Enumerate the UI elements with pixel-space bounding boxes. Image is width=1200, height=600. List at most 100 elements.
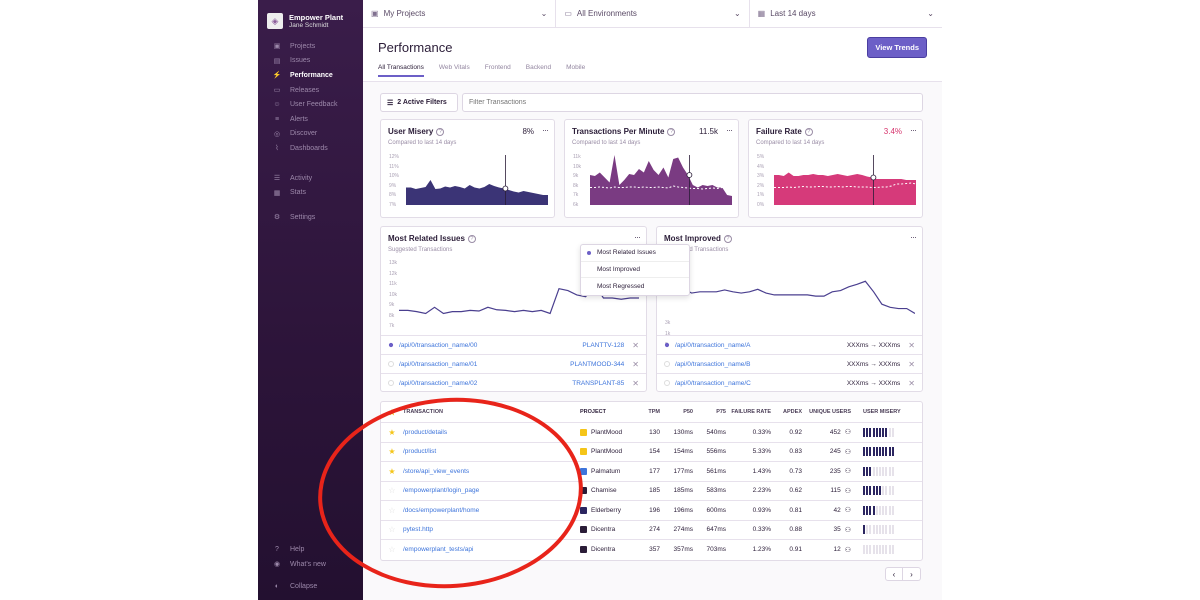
issue-link[interactable]: PLANTTV-128 xyxy=(582,342,624,349)
tab-all-transactions[interactable]: All Transactions xyxy=(378,64,424,77)
star-filled-icon[interactable]: ★ xyxy=(381,447,403,456)
question-icon[interactable]: ? xyxy=(804,127,813,136)
active-filters-button[interactable]: ☰ 2 Active Filters xyxy=(380,93,458,112)
column-header-user-misery[interactable]: User Misery xyxy=(851,409,901,415)
sidebar-item-releases[interactable]: ▭ Releases xyxy=(258,83,363,98)
dropdown-item-most-related-issues[interactable]: Most Related Issues xyxy=(581,245,689,262)
issue-link[interactable]: TRANSPLANT-85 xyxy=(572,380,624,387)
transaction-link[interactable]: /store/api_view_events xyxy=(403,468,580,475)
next-page-button[interactable]: › xyxy=(903,567,921,581)
star-outline-icon[interactable]: ☆ xyxy=(381,525,403,534)
radio-button[interactable] xyxy=(664,361,670,367)
sidebar-item-user-feedback[interactable]: ☺ User Feedback xyxy=(258,97,363,112)
tab-backend[interactable]: Backend xyxy=(526,64,551,77)
more-options-button[interactable]: ··· xyxy=(910,232,917,242)
sidebar-item-what-s-new[interactable]: ◉ What's new xyxy=(258,557,363,572)
previous-page-button[interactable]: ‹ xyxy=(885,567,903,581)
close-icon[interactable]: ✕ xyxy=(632,379,639,388)
sidebar-item-performance[interactable]: ⚡ Performance xyxy=(258,68,363,83)
question-icon[interactable]: ? xyxy=(667,127,676,136)
sidebar-item-dashboards[interactable]: ⌇ Dashboards xyxy=(258,141,363,156)
more-options-button[interactable]: ··· xyxy=(634,232,641,242)
user-misery-bar xyxy=(851,486,901,496)
star-icon[interactable]: ★ xyxy=(381,408,403,417)
transaction-link[interactable]: /empowerplant_tests/api xyxy=(403,546,580,553)
transaction-list-item[interactable]: /api/0/transaction_name/B XXXms → XXXms ✕ xyxy=(657,354,922,373)
filter-transactions-input[interactable] xyxy=(462,93,923,112)
transaction-link[interactable]: /product/details xyxy=(403,429,580,436)
view-trends-button[interactable]: View Trends xyxy=(867,37,927,58)
radio-button[interactable] xyxy=(388,380,394,386)
column-header-transaction[interactable]: Transaction xyxy=(403,409,580,415)
sidebar-item-projects[interactable]: ▣ Projects xyxy=(258,39,363,54)
column-header-project[interactable]: Project xyxy=(580,409,640,415)
transaction-link[interactable]: /api/0/transaction_name/B xyxy=(675,361,847,368)
transaction-list-item[interactable]: /api/0/transaction_name/00 PLANTTV-128 ✕ xyxy=(381,335,646,354)
project-selector[interactable]: ▣ My Projects ⌄ xyxy=(363,0,557,27)
sidebar-item-help[interactable]: ? Help xyxy=(258,542,363,557)
column-header-apdex[interactable]: Apdex xyxy=(771,409,802,415)
p50-value: 177ms xyxy=(673,467,693,475)
radio-button[interactable] xyxy=(664,380,670,386)
close-icon[interactable]: ✕ xyxy=(908,341,915,350)
close-icon[interactable]: ✕ xyxy=(908,379,915,388)
close-icon[interactable]: ✕ xyxy=(632,341,639,350)
transaction-link[interactable]: /product/list xyxy=(403,448,580,455)
transaction-link[interactable]: /api/0/transaction_name/00 xyxy=(399,342,582,349)
radio-button[interactable] xyxy=(664,342,670,348)
radio-button[interactable] xyxy=(388,361,394,367)
misery-segment xyxy=(869,466,872,476)
transaction-link[interactable]: /api/0/transaction_name/A xyxy=(675,342,847,349)
transaction-link[interactable]: /api/0/transaction_name/01 xyxy=(399,361,570,368)
sidebar-item-collapse[interactable]: ◐ Collapse xyxy=(258,579,363,594)
sidebar-item-activity[interactable]: ☰ Activity xyxy=(258,171,363,186)
tab-frontend[interactable]: Frontend xyxy=(485,64,511,77)
transaction-list-item[interactable]: /api/0/transaction_name/01 PLANTMOOD-344 ✕ xyxy=(381,354,646,373)
question-icon[interactable]: ? xyxy=(723,234,732,243)
sidebar-item-issues[interactable]: ▤ Issues xyxy=(258,54,363,69)
column-header-p75[interactable]: P75 xyxy=(693,409,726,415)
tab-web-vitals[interactable]: Web Vitals xyxy=(439,64,470,77)
transaction-list-item[interactable]: /api/0/transaction_name/A XXXms → XXXms ✕ xyxy=(657,335,922,354)
transaction-link[interactable]: /empowerplant/login_page xyxy=(403,487,580,494)
radio-button[interactable] xyxy=(388,342,394,348)
sidebar-item-discover[interactable]: ◎ Discover xyxy=(258,127,363,142)
column-header-p50[interactable]: P50 xyxy=(660,409,693,415)
star-outline-icon[interactable]: ☆ xyxy=(381,506,403,515)
star-filled-icon[interactable]: ★ xyxy=(381,467,403,476)
misery-segment xyxy=(872,525,875,535)
star-outline-icon[interactable]: ☆ xyxy=(381,545,403,554)
tab-mobile[interactable]: Mobile xyxy=(566,64,585,77)
more-options-button[interactable]: ··· xyxy=(910,125,917,135)
star-outline-icon[interactable]: ☆ xyxy=(381,486,403,495)
question-icon[interactable]: ? xyxy=(436,127,445,136)
issue-link[interactable]: PLANTMOOD-344 xyxy=(570,361,624,368)
column-header-unique-users[interactable]: Unique Users xyxy=(802,409,851,415)
close-icon[interactable]: ✕ xyxy=(632,360,639,369)
misery-segment xyxy=(888,486,891,496)
transaction-link[interactable]: /api/0/transaction_name/C xyxy=(675,380,847,387)
transaction-list-item[interactable]: /api/0/transaction_name/02 TRANSPLANT-85 ✕ xyxy=(381,373,646,392)
transaction-link[interactable]: /api/0/transaction_name/02 xyxy=(399,380,572,387)
close-icon[interactable]: ✕ xyxy=(908,360,915,369)
environment-selector[interactable]: ▭ All Environments ⌄ xyxy=(556,0,750,27)
sidebar-item-alerts[interactable]: ≡ Alerts xyxy=(258,112,363,127)
more-options-button[interactable]: ··· xyxy=(726,125,733,135)
org-switcher[interactable]: ◈ Empower Plant Jane Schmidt xyxy=(258,0,363,34)
column-header-failure-rate[interactable]: Failure Rate xyxy=(726,409,771,415)
dropdown-item-most-regressed[interactable]: Most Regressed xyxy=(581,278,689,295)
sidebar-item-stats[interactable]: ▦ Stats xyxy=(258,185,363,200)
more-options-button[interactable]: ··· xyxy=(542,125,549,135)
misery-segment xyxy=(885,466,888,476)
transaction-list-item[interactable]: /api/0/transaction_name/C XXXms → XXXms ✕ xyxy=(657,373,922,392)
dropdown-item-most-improved[interactable]: Most Improved xyxy=(581,262,689,278)
question-icon[interactable]: ? xyxy=(467,234,476,243)
date-range-selector[interactable]: ▦ Last 14 days ⌄ xyxy=(750,0,942,27)
sidebar-item-settings[interactable]: ⚙ Settings xyxy=(258,210,363,225)
transaction-link[interactable]: /docs/empowerplant/home xyxy=(403,507,580,514)
column-header-tpm[interactable]: TPM xyxy=(640,409,660,415)
transaction-link[interactable]: pytest.http xyxy=(403,526,580,533)
sidebar-item-label: Settings xyxy=(290,213,316,221)
star-filled-icon[interactable]: ★ xyxy=(381,428,403,437)
user-misery-bar xyxy=(851,466,901,476)
